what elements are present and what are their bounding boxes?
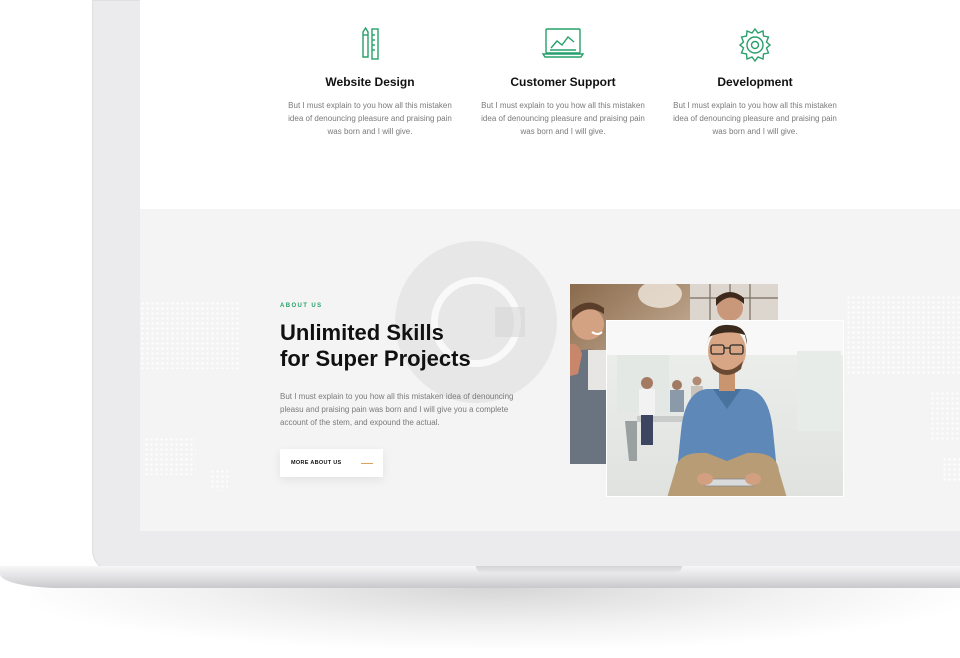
service-description: But I must explain to you how all this m… <box>288 101 452 136</box>
about-eyebrow: ABOUT US <box>280 303 323 309</box>
service-customer-support: Customer Support But I must explain to y… <box>473 27 653 136</box>
world-map-dots <box>144 437 196 475</box>
service-description: But I must explain to you how all this m… <box>481 101 645 136</box>
gear-icon <box>738 27 772 63</box>
laptop-screen: Website Design But I must explain to you… <box>140 0 960 531</box>
more-about-us-button[interactable]: MORE ABOUT US <box>280 449 383 477</box>
businessman-photo <box>606 320 844 497</box>
service-title: Website Design <box>325 75 415 89</box>
service-development: Development But I must explain to you ho… <box>665 27 845 136</box>
laptop-shadow <box>30 588 960 648</box>
about-body: But I must explain to you how all this m… <box>280 392 514 427</box>
more-about-us-label: MORE ABOUT US <box>291 460 342 466</box>
service-description: But I must explain to you how all this m… <box>673 101 837 136</box>
world-map-dots <box>846 295 960 375</box>
world-map-dots <box>210 469 228 491</box>
about-headline: Unlimited Skills for Super Projects <box>280 320 471 372</box>
service-website-design: Website Design But I must explain to you… <box>280 27 460 136</box>
headline-line-2: for Super Projects <box>280 346 471 371</box>
button-accent-line <box>361 463 373 464</box>
headline-line-1: Unlimited Skills <box>280 320 444 345</box>
laptop-notch <box>476 566 682 573</box>
world-map-dots <box>930 391 960 441</box>
service-title: Customer Support <box>510 75 616 89</box>
service-title: Development <box>717 75 793 89</box>
world-map-dots <box>942 457 960 481</box>
laptop-chart-icon <box>541 28 585 58</box>
about-section: ABOUT US Unlimited Skills for Super Proj… <box>140 209 960 531</box>
world-map-dots <box>140 301 240 369</box>
ruler-pencil-icon <box>362 27 379 60</box>
